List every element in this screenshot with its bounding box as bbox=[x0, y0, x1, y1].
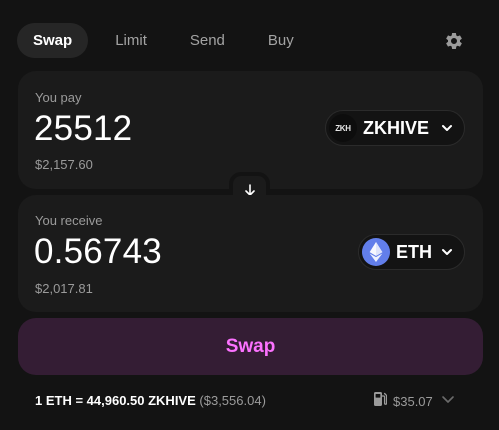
zkhive-token-icon: ZKH bbox=[329, 114, 357, 142]
ethereum-icon bbox=[362, 238, 390, 266]
receive-usd-value: $2,017.81 bbox=[35, 281, 93, 296]
gas-pump-icon bbox=[373, 391, 388, 412]
rate-text: 1 ETH = 44,960.50 ZKHIVE bbox=[35, 393, 196, 408]
gear-icon[interactable] bbox=[441, 28, 467, 54]
gas-fee-value: $35.07 bbox=[393, 394, 433, 409]
receive-token-symbol: ETH bbox=[396, 241, 432, 262]
pay-token-symbol: ZKHIVE bbox=[363, 117, 430, 138]
gas-fee-toggle[interactable]: $35.07 bbox=[373, 391, 455, 412]
tab-swap[interactable]: Swap bbox=[17, 23, 89, 58]
receive-amount-input[interactable]: 0.56743 bbox=[34, 232, 162, 272]
receive-panel: You receive 0.56743 $2,017.81 ETH bbox=[18, 195, 483, 312]
chevron-down-icon bbox=[440, 121, 454, 135]
tab-limit[interactable]: Limit bbox=[99, 23, 163, 58]
receive-token-selector[interactable]: ETH bbox=[358, 234, 465, 270]
chevron-down-icon bbox=[440, 245, 454, 259]
pay-token-selector[interactable]: ZKH ZKHIVE bbox=[325, 110, 465, 146]
tab-buy[interactable]: Buy bbox=[252, 23, 310, 58]
tab-send[interactable]: Send bbox=[174, 23, 241, 58]
pay-label: You pay bbox=[35, 90, 82, 105]
pay-amount-input[interactable]: 25512 bbox=[34, 109, 132, 149]
tab-bar: Swap Limit Send Buy bbox=[17, 23, 321, 58]
receive-label: You receive bbox=[35, 213, 103, 228]
chevron-down-icon bbox=[441, 392, 455, 411]
swap-widget: Swap Limit Send Buy You pay 25512 $2,157… bbox=[0, 0, 499, 430]
rate-usd: ($3,556.04) bbox=[199, 393, 266, 408]
swap-button[interactable]: Swap bbox=[18, 318, 483, 375]
pay-usd-value: $2,157.60 bbox=[35, 157, 93, 172]
exchange-rate[interactable]: 1 ETH = 44,960.50 ZKHIVE ($3,556.04) bbox=[35, 393, 266, 408]
